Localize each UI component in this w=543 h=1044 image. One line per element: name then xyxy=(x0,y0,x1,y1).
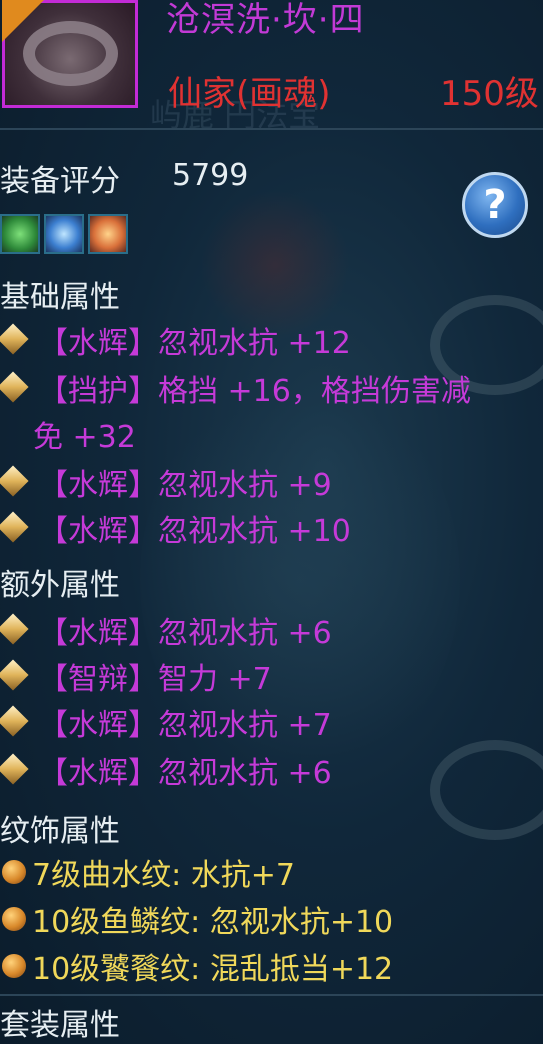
diamond-bullet-icon xyxy=(0,511,29,543)
basic-attr: 【挡护】格挡 +16，格挡伤害减 xyxy=(38,374,471,409)
item-level: 150级 xyxy=(440,74,539,114)
bracelet-icon[interactable] xyxy=(2,0,138,108)
score-value: 5799 xyxy=(172,158,249,193)
diamond-bullet-icon xyxy=(0,371,29,403)
section-extra: 额外属性 xyxy=(0,568,120,603)
set-divider xyxy=(0,994,543,996)
diamond-bullet-icon xyxy=(0,323,29,355)
extra-attr: 【智辩】智力 +7 xyxy=(38,662,272,697)
diamond-bullet-icon xyxy=(0,659,29,691)
basic-attr: 【水辉】忽视水抗 +9 xyxy=(38,468,332,503)
basic-attr: 【水辉】忽视水抗 +10 xyxy=(38,514,351,549)
orb-bullet-icon xyxy=(2,907,26,931)
basic-attr: 【水辉】忽视水抗 +12 xyxy=(38,326,351,361)
pattern-attr: 10级鱼鳞纹: 忽视水抗+10 xyxy=(32,905,394,940)
header-divider xyxy=(0,128,543,130)
extra-attr: 【水辉】忽视水抗 +6 xyxy=(38,756,332,791)
section-basic: 基础属性 xyxy=(0,280,120,315)
diamond-bullet-icon xyxy=(0,753,29,785)
item-title: 沧溟洗·坎·四 xyxy=(166,0,365,40)
bracelet-ring-icon xyxy=(23,21,118,86)
blue-gem-icon[interactable] xyxy=(44,214,84,254)
help-button[interactable]: ? xyxy=(462,172,528,238)
section-pattern: 纹饰属性 xyxy=(0,814,120,849)
orb-bullet-icon xyxy=(2,954,26,978)
pattern-attr: 7级曲水纹: 水抗+7 xyxy=(32,858,295,893)
extra-attr: 【水辉】忽视水抗 +6 xyxy=(38,616,332,651)
item-rank: 仙家(画魂) xyxy=(168,74,331,114)
basic-attr-wrap: 免 +32 xyxy=(33,420,136,455)
orb-bullet-icon xyxy=(2,860,26,884)
pattern-attr: 10级饕餮纹: 混乱抵当+12 xyxy=(32,952,394,987)
green-gem-icon[interactable] xyxy=(0,214,40,254)
item-header: 屿鹿 円法宝 沧溟洗·坎·四 仙家(画魂) 150级 xyxy=(0,0,543,134)
score-label: 装备评分 xyxy=(0,164,120,199)
orange-gem-icon[interactable] xyxy=(88,214,128,254)
section-set: 套装属性 xyxy=(0,1008,120,1043)
extra-attr: 【水辉】忽视水抗 +7 xyxy=(38,708,332,743)
background-bracelet-icon xyxy=(430,740,543,840)
diamond-bullet-icon xyxy=(0,705,29,737)
diamond-bullet-icon xyxy=(0,465,29,497)
diamond-bullet-icon xyxy=(0,613,29,645)
